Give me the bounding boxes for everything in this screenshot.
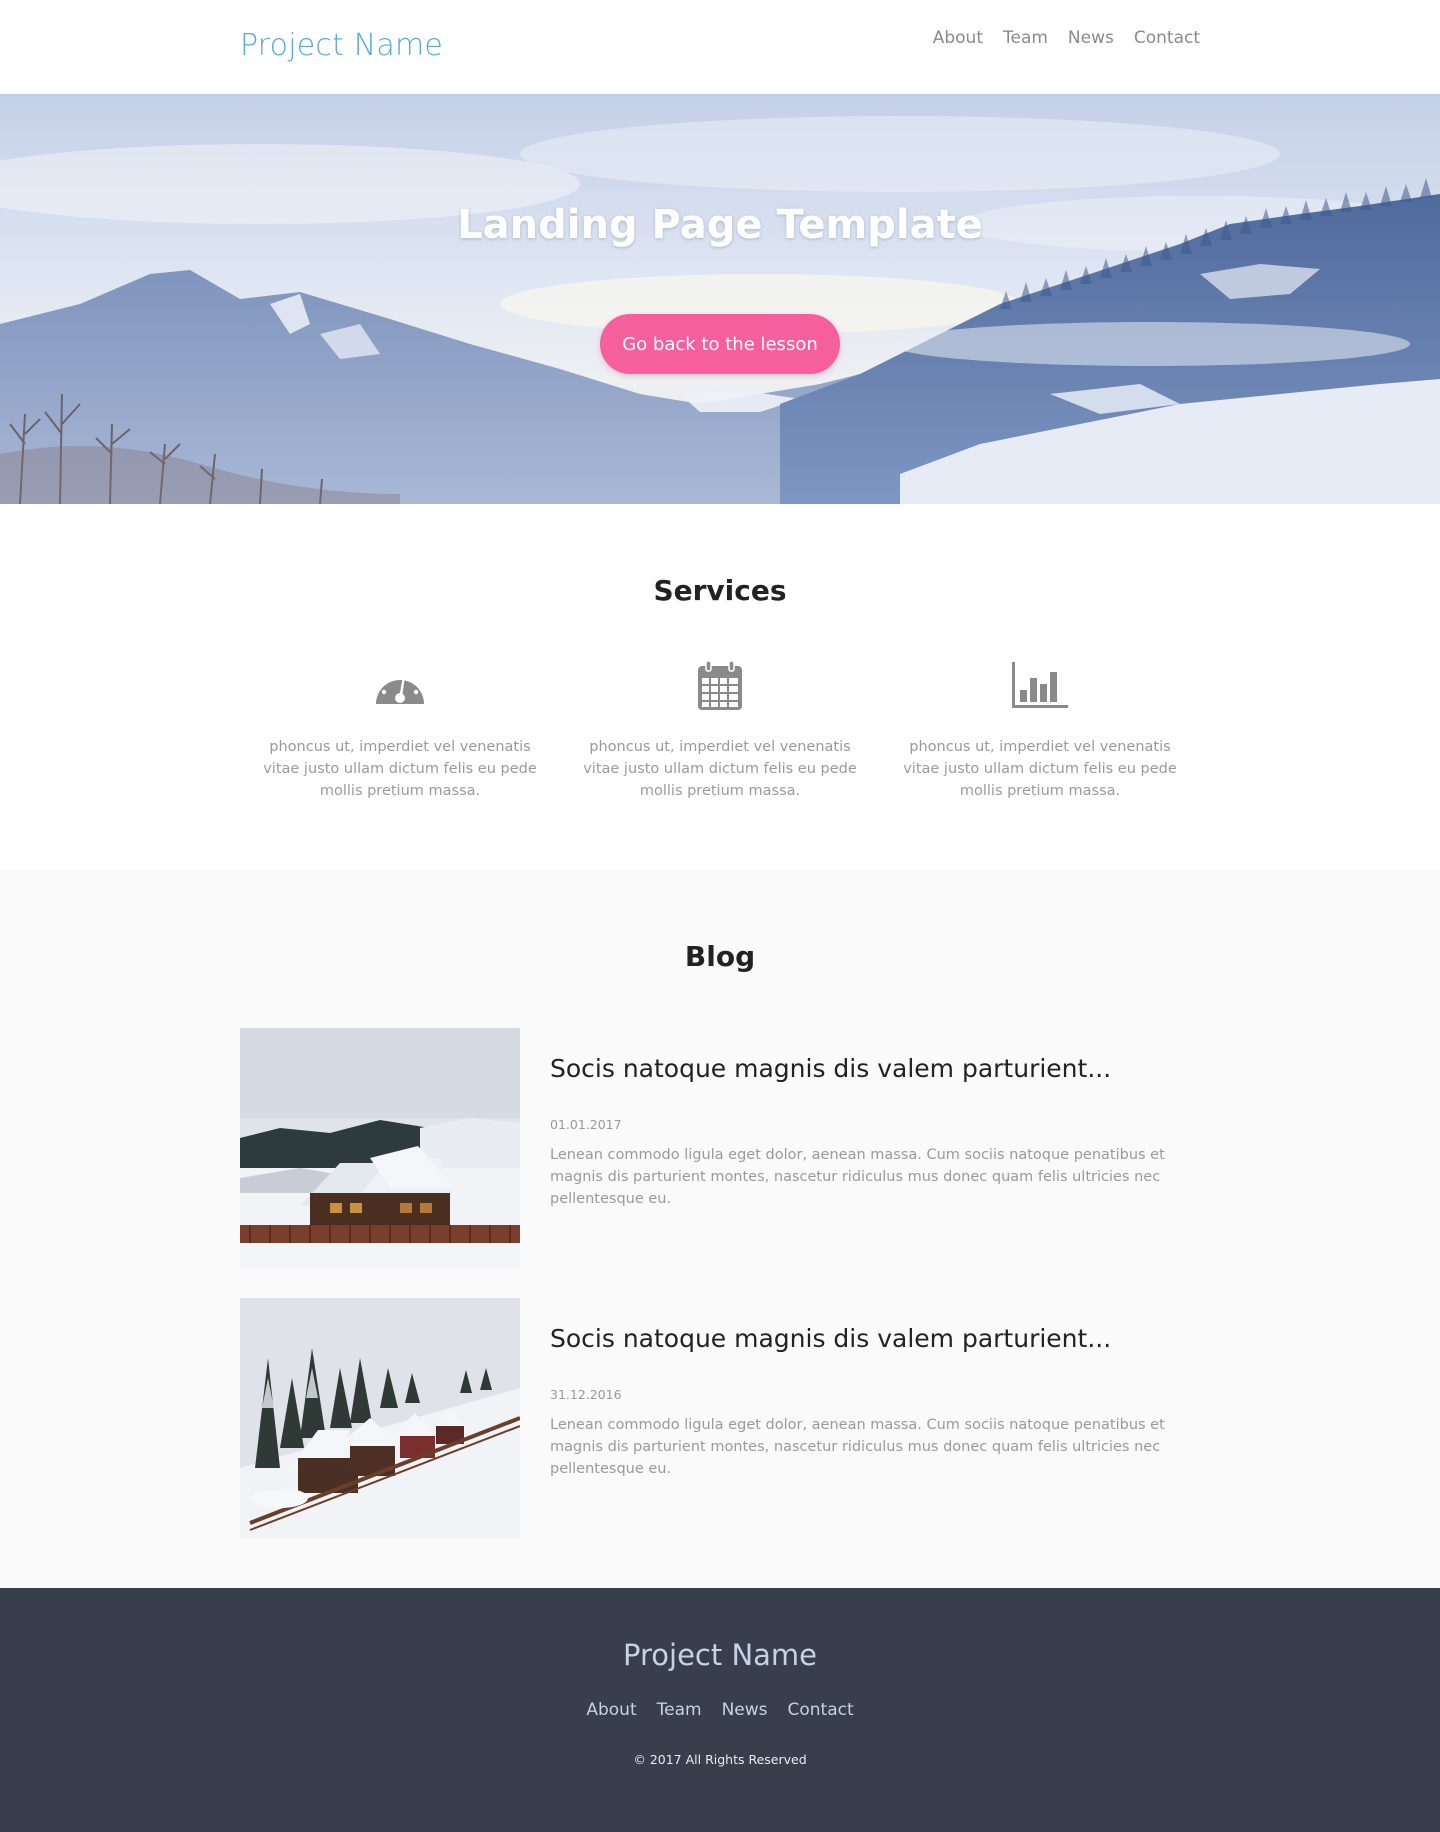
nav-link-contact[interactable]: Contact bbox=[1134, 28, 1200, 48]
service-description: phoncus ut, imperdiet vel venenatis vita… bbox=[583, 739, 857, 799]
go-back-button[interactable]: Go back to the lesson bbox=[600, 314, 840, 374]
footer-link-team[interactable]: Team bbox=[657, 1700, 702, 1720]
site-header: Project Name About Team News Contact bbox=[0, 0, 1440, 94]
main-nav: About Team News Contact bbox=[933, 28, 1200, 48]
service-item: phoncus ut, imperdiet vel venenatis vita… bbox=[900, 660, 1180, 802]
service-item: phoncus ut, imperdiet vel venenatis vita… bbox=[580, 660, 860, 802]
service-item: phoncus ut, imperdiet vel venenatis vita… bbox=[260, 660, 540, 802]
footer-nav: About Team News Contact bbox=[0, 1700, 1440, 1720]
footer-link-news[interactable]: News bbox=[722, 1700, 768, 1720]
service-description: phoncus ut, imperdiet vel venenatis vita… bbox=[263, 739, 537, 799]
blog-post[interactable]: Socis natoque magnis dis valem parturien… bbox=[240, 1028, 1200, 1268]
hero-background-image bbox=[0, 94, 1440, 504]
blog-post-title[interactable]: Socis natoque magnis dis valem parturien… bbox=[550, 1324, 1111, 1353]
calendar-icon bbox=[698, 660, 742, 710]
blog-post-image[interactable] bbox=[240, 1298, 520, 1538]
nav-link-about[interactable]: About bbox=[933, 28, 983, 48]
hero-section: Landing Page Template Go back to the les… bbox=[0, 94, 1440, 504]
site-logo[interactable]: Project Name bbox=[240, 28, 443, 63]
footer-link-about[interactable]: About bbox=[586, 1700, 636, 1720]
nav-link-team[interactable]: Team bbox=[1003, 28, 1048, 48]
blog-post-date: 31.12.2016 bbox=[550, 1387, 622, 1402]
services-section: Services phoncus ut, imperdiet vel venen… bbox=[0, 504, 1440, 870]
blog-title: Blog bbox=[684, 940, 756, 973]
service-description: phoncus ut, imperdiet vel venenatis vita… bbox=[903, 739, 1177, 799]
blog-post-date: 01.01.2017 bbox=[550, 1117, 622, 1132]
blog-section: Blog Socis natoque magnis dis valem part… bbox=[0, 870, 1440, 1588]
footer-link-contact[interactable]: Contact bbox=[788, 1700, 854, 1720]
blog-post[interactable]: Socis natoque magnis dis valem parturien… bbox=[240, 1298, 1200, 1538]
site-footer: Project Name About Team News Contact © 2… bbox=[0, 1588, 1440, 1832]
blog-post-image[interactable] bbox=[240, 1028, 520, 1268]
footer-logo[interactable]: Project Name bbox=[0, 1638, 1440, 1672]
blog-post-excerpt: Lenean commodo ligula eget dolor, aenean… bbox=[550, 1417, 1165, 1477]
bar-chart-icon bbox=[1012, 662, 1068, 708]
services-title: Services bbox=[653, 574, 787, 607]
dashboard-icon bbox=[376, 672, 424, 704]
hero-title: Landing Page Template bbox=[457, 202, 983, 248]
copyright-text: © 2017 All Rights Reserved bbox=[633, 1752, 807, 1767]
nav-link-news[interactable]: News bbox=[1068, 28, 1114, 48]
blog-post-title[interactable]: Socis natoque magnis dis valem parturien… bbox=[550, 1054, 1111, 1083]
blog-post-excerpt: Lenean commodo ligula eget dolor, aenean… bbox=[550, 1147, 1165, 1207]
